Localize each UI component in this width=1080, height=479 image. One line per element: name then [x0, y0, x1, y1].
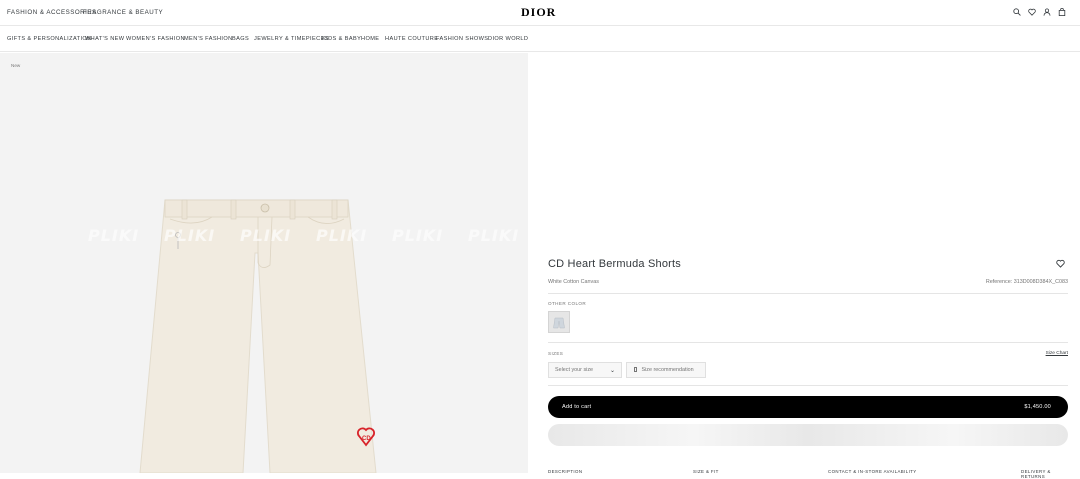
search-icon[interactable]: [1013, 8, 1021, 16]
size-select[interactable]: Select your size ⌄: [548, 362, 622, 378]
divider: [548, 293, 1068, 294]
divider: [548, 385, 1068, 386]
product-image-panel[interactable]: CD New PLIKI PLIKI PLIKI PLIKI PLIKI PLI…: [0, 53, 528, 473]
size-select-placeholder: Select your size: [555, 367, 594, 373]
main-nav: Gifts & Personalization What's New Women…: [0, 27, 1080, 52]
product-subtitle: White Cotton Canvas: [548, 279, 599, 285]
ruler-icon: [634, 367, 637, 372]
heart-icon[interactable]: [1028, 8, 1036, 16]
top-icons: [1013, 8, 1066, 16]
add-to-cart-button[interactable]: Add to cart $1,450.00: [548, 396, 1068, 418]
watermark-text: PLIKI: [468, 226, 520, 245]
nav-fashion-shows[interactable]: Fashion Shows: [436, 36, 488, 42]
add-to-cart-label: Add to cart: [562, 404, 592, 410]
express-payment-button[interactable]: [548, 424, 1068, 446]
nav-home[interactable]: Home: [361, 36, 379, 42]
tab-contact-availability[interactable]: Contact & In-Store Availability: [828, 469, 917, 474]
product-reference: Reference: 313D008D384X_C083: [985, 279, 1068, 285]
watermark-text: PLIKI: [88, 226, 140, 245]
svg-text:CD: CD: [362, 436, 371, 442]
bag-icon[interactable]: [1058, 8, 1066, 16]
account-icon[interactable]: [1043, 8, 1051, 16]
add-to-wishlist-heart-icon[interactable]: [1056, 259, 1065, 268]
watermark-text: PLIKI: [316, 226, 368, 245]
watermark-text: PLIKI: [392, 226, 444, 245]
color-swatch[interactable]: [548, 311, 570, 333]
top-bar: Fashion & Accessories Fragrance & Beauty…: [0, 0, 1080, 26]
tab-description[interactable]: Description: [548, 469, 582, 474]
nav-mens-fashion[interactable]: Men's Fashion: [184, 36, 233, 42]
nav-whats-new[interactable]: What's New: [85, 36, 124, 42]
nav-jewelry-timepieces[interactable]: Jewelry & Timepieces: [254, 36, 329, 42]
chevron-down-icon: ⌄: [609, 368, 615, 374]
tab-delivery-returns[interactable]: Delivery & Returns: [1021, 469, 1068, 479]
nav-kids-baby[interactable]: Kids & Baby: [322, 36, 361, 42]
new-badge: New: [11, 63, 21, 68]
size-recommendation-button[interactable]: Size recommendation: [626, 362, 706, 378]
product-image: CD: [139, 199, 377, 473]
swatch-shorts-thumbnail: [553, 317, 565, 329]
product-info-tabs: Description Size & Fit Contact & In-Stor…: [548, 467, 1068, 479]
nav-gifts-personalization[interactable]: Gifts & Personalization: [7, 36, 92, 42]
tab-size-fit[interactable]: Size & Fit: [693, 469, 719, 474]
watermark-text: PLIKI: [164, 226, 216, 245]
size-recommendation-label: Size recommendation: [641, 367, 694, 373]
watermark-text: PLIKI: [240, 226, 292, 245]
other-color-label: Other color: [548, 301, 587, 306]
nav-dior-world[interactable]: Dior World: [488, 36, 528, 42]
sizes-label: Sizes: [548, 351, 564, 356]
product-title: CD Heart Bermuda Shorts: [548, 258, 681, 270]
product-price: $1,450.00: [1024, 404, 1051, 410]
fragrance-beauty-link[interactable]: Fragrance & Beauty: [83, 9, 163, 16]
size-chart-link[interactable]: Size Chart: [1046, 351, 1068, 356]
nav-bags[interactable]: Bags: [232, 36, 249, 42]
nav-haute-couture[interactable]: Haute Couture: [385, 36, 438, 42]
dior-logo[interactable]: DIOR: [521, 5, 556, 20]
nav-womens-fashion[interactable]: Women's Fashion: [126, 36, 185, 42]
divider: [548, 342, 1068, 343]
